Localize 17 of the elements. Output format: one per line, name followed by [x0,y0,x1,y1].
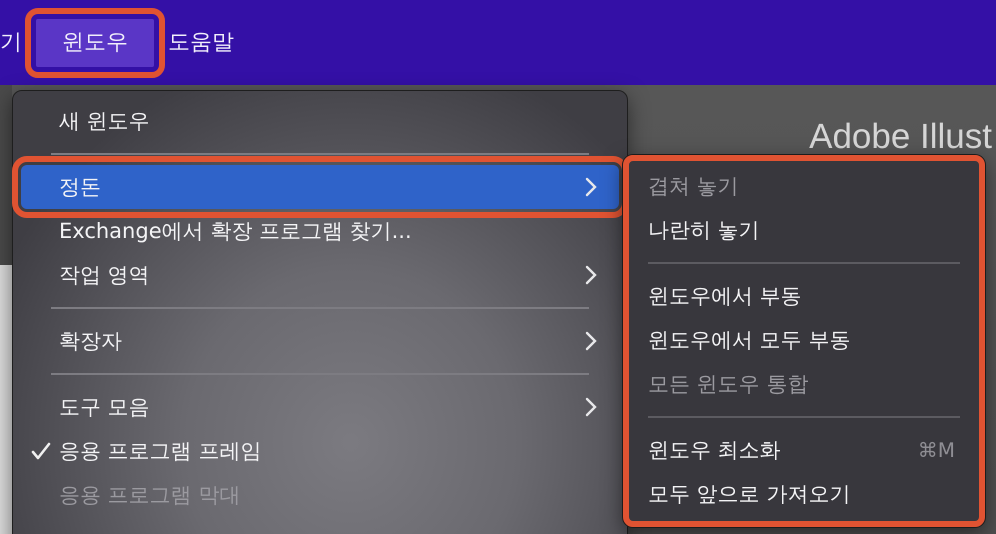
shortcut-text: ⌘M [918,438,955,462]
menu-item[interactable]: 응용 프로그램 프레임 [21,429,619,473]
menu-item[interactable]: 윈도우에서 모두 부동 [631,318,977,362]
menu-item[interactable]: 나란히 놓기 [631,208,977,252]
menu-item[interactable]: 윈도우 최소화 ⌘M [631,428,977,472]
menu-item[interactable]: 모두 앞으로 가져오기 [631,472,977,516]
menu-item[interactable]: 정돈 [21,165,619,209]
menu-item[interactable]: 확장자 [21,319,619,363]
menu-bar-item[interactable]: 윈도우 [36,18,154,66]
menu-item[interactable]: 윈도우에서 부동 [631,274,977,318]
menu-item[interactable]: 도구 모음 [21,385,619,429]
menu-item[interactable]: Exchange에서 확장 프로그램 찾기... [21,209,619,253]
menu-item[interactable]: 새 윈도우 [21,99,619,143]
menu-bar-item[interactable]: 도움말 [168,18,234,66]
menu-bar-item[interactable]: 기 [0,18,22,66]
menu-item[interactable]: 작업 영역 [21,253,619,297]
app-title: Adobe Illust [809,117,992,158]
